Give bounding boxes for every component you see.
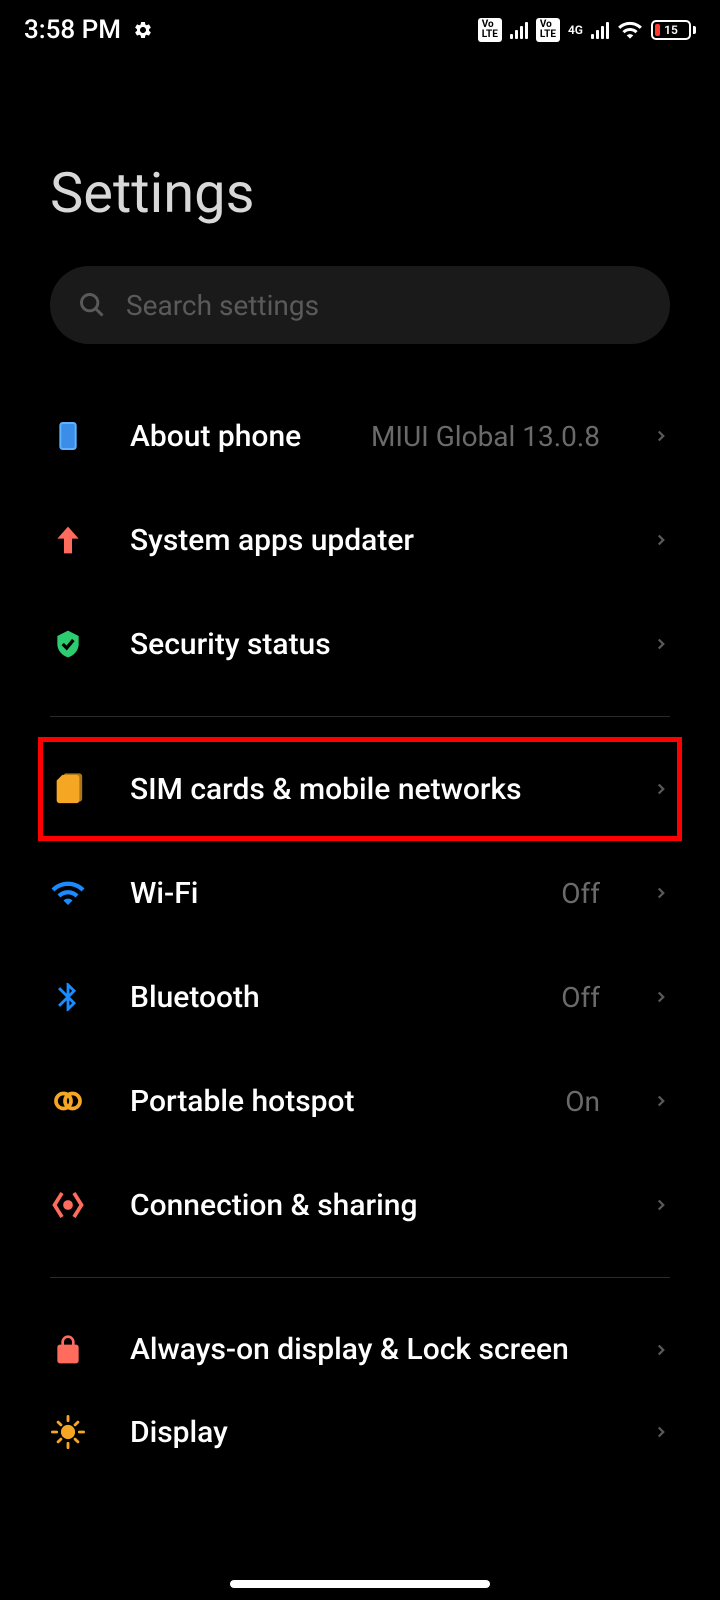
signal-bars-2 <box>591 21 609 39</box>
upload-arrow-icon <box>50 522 86 558</box>
wifi-icon <box>50 875 86 911</box>
wifi-status-icon <box>617 17 643 43</box>
shield-check-icon <box>50 626 86 662</box>
status-bar: 3:58 PM VoLTE VoLTE 4G 15 <box>0 0 720 60</box>
settings-item-display[interactable]: Display <box>50 1402 670 1462</box>
about-label: About phone <box>130 419 327 454</box>
chevron-right-icon <box>652 1341 670 1359</box>
chevron-right-icon <box>652 988 670 1006</box>
divider <box>50 716 670 717</box>
chevron-right-icon <box>652 531 670 549</box>
home-indicator[interactable] <box>230 1580 490 1588</box>
aod-label: Always-on display & Lock screen <box>130 1331 608 1369</box>
settings-item-wifi[interactable]: Wi-Fi Off <box>50 841 670 945</box>
status-time: 3:58 PM <box>24 15 121 45</box>
settings-item-connection[interactable]: Connection & sharing <box>50 1153 670 1257</box>
sim-label: SIM cards & mobile networks <box>130 772 608 807</box>
search-icon <box>78 291 106 319</box>
volte-badge-2: VoLTE <box>536 18 560 42</box>
divider <box>50 1277 670 1278</box>
wifi-label: Wi-Fi <box>130 876 517 911</box>
settings-item-bluetooth[interactable]: Bluetooth Off <box>50 945 670 1049</box>
connection-label: Connection & sharing <box>130 1188 608 1223</box>
wifi-value: Off <box>561 877 600 910</box>
hotspot-icon <box>50 1083 86 1119</box>
settings-list: About phone MIUI Global 13.0.8 System ap… <box>0 384 720 1462</box>
display-label: Display <box>130 1415 608 1450</box>
phone-icon <box>50 418 86 454</box>
settings-item-security[interactable]: Security status <box>50 592 670 696</box>
search-placeholder: Search settings <box>126 289 319 322</box>
search-input[interactable]: Search settings <box>50 266 670 344</box>
status-right: VoLTE VoLTE 4G 15 <box>478 17 696 43</box>
signal-bars-1 <box>510 21 528 39</box>
connection-icon <box>50 1187 86 1223</box>
updater-label: System apps updater <box>130 523 608 558</box>
gear-icon <box>133 20 153 40</box>
hotspot-value: On <box>565 1085 600 1118</box>
network-label: 4G <box>568 24 583 36</box>
sim-card-icon <box>50 771 86 807</box>
search-container: Search settings <box>50 266 670 344</box>
chevron-right-icon <box>652 635 670 653</box>
lock-icon <box>50 1332 86 1368</box>
about-value: MIUI Global 13.0.8 <box>371 420 600 453</box>
hotspot-label: Portable hotspot <box>130 1084 521 1119</box>
settings-item-about[interactable]: About phone MIUI Global 13.0.8 <box>50 384 670 488</box>
bluetooth-label: Bluetooth <box>130 980 517 1015</box>
chevron-right-icon <box>652 1092 670 1110</box>
chevron-right-icon <box>652 780 670 798</box>
page-header: Settings <box>0 60 720 266</box>
status-left: 3:58 PM <box>24 15 153 45</box>
bluetooth-icon <box>50 979 86 1015</box>
settings-item-sim[interactable]: SIM cards & mobile networks <box>38 737 682 841</box>
settings-item-updater[interactable]: System apps updater <box>50 488 670 592</box>
chevron-right-icon <box>652 884 670 902</box>
security-label: Security status <box>130 627 608 662</box>
battery-level: 15 <box>664 23 678 37</box>
chevron-right-icon <box>652 1196 670 1214</box>
volte-badge-1: VoLTE <box>478 18 502 42</box>
chevron-right-icon <box>652 1423 670 1441</box>
page-title: Settings <box>50 160 670 226</box>
settings-item-hotspot[interactable]: Portable hotspot On <box>50 1049 670 1153</box>
battery-indicator: 15 <box>651 20 696 40</box>
chevron-right-icon <box>652 427 670 445</box>
settings-item-aod[interactable]: Always-on display & Lock screen <box>50 1298 670 1402</box>
bluetooth-value: Off <box>561 981 600 1014</box>
brightness-icon <box>50 1414 86 1450</box>
